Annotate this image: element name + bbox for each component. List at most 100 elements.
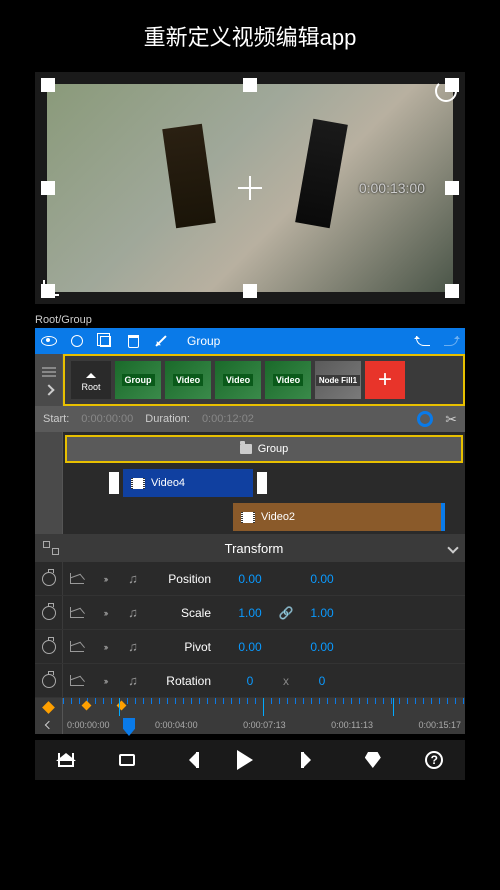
stopwatch-icon[interactable] <box>42 572 56 586</box>
note-icon[interactable]: ♫ <box>119 605 147 620</box>
film-icon <box>131 478 145 489</box>
play-icon <box>237 750 263 770</box>
property-value[interactable]: 0.00 <box>297 572 347 586</box>
help-icon: ? <box>425 751 443 769</box>
scissors-icon[interactable]: ✂ <box>445 411 457 428</box>
chevron-right-icon <box>43 384 54 395</box>
stopwatch-icon[interactable] <box>42 606 56 620</box>
stopwatch-icon[interactable] <box>42 640 56 654</box>
graph-icon[interactable] <box>63 573 91 584</box>
layer-strip: Root Group Video Video Video Node Fill1 … <box>35 354 465 406</box>
wave-icon[interactable]: ››› <box>91 574 119 584</box>
graph-icon[interactable] <box>63 641 91 652</box>
diamond-icon <box>365 752 381 768</box>
property-value[interactable]: 0.00 <box>225 572 275 586</box>
step-forward-icon <box>303 752 319 768</box>
visibility-icon[interactable] <box>41 333 57 349</box>
layer-thumb[interactable]: Group <box>115 361 161 399</box>
chevron-left-icon[interactable] <box>44 721 52 729</box>
track-handle[interactable] <box>35 500 63 534</box>
donut-icon[interactable] <box>417 411 433 427</box>
step-forward-button[interactable] <box>300 749 322 771</box>
play-button[interactable] <box>239 749 261 771</box>
property-value[interactable]: 0.00 <box>225 640 275 654</box>
graph-icon[interactable] <box>63 607 91 618</box>
layer-thumb[interactable]: Video <box>165 361 211 399</box>
wave-icon[interactable]: ››› <box>91 676 119 686</box>
resize-handle[interactable] <box>445 284 459 298</box>
property-value[interactable]: 0 <box>297 674 347 688</box>
resize-handle[interactable] <box>445 181 459 195</box>
property-label: Pivot <box>147 640 225 654</box>
edit-icon[interactable] <box>153 333 169 349</box>
note-icon[interactable]: ♫ <box>119 673 147 688</box>
layers-expand[interactable] <box>35 354 63 406</box>
wave-icon[interactable]: ››› <box>91 642 119 652</box>
link-icon[interactable]: 🔗 <box>275 606 297 620</box>
resize-handle[interactable] <box>243 284 257 298</box>
preview-timecode: 0:00:13:00 <box>359 180 425 196</box>
home-button[interactable] <box>55 749 77 771</box>
node-icon <box>43 541 59 555</box>
timecode-mark: 0:00:00:00 <box>67 720 110 730</box>
transform-header[interactable]: Transform <box>35 534 465 562</box>
timecode-mark: 0:00:15:17 <box>418 720 461 730</box>
property-row: ››› ♫ Rotation 0 x 0 <box>35 664 465 698</box>
copy-icon[interactable] <box>97 333 113 349</box>
timecode-mark: 0:00:11:13 <box>331 720 373 730</box>
root-button[interactable]: Root <box>71 361 111 399</box>
delete-icon[interactable] <box>125 333 141 349</box>
circle-icon[interactable] <box>69 333 85 349</box>
property-value[interactable]: 1.00 <box>225 606 275 620</box>
undo-icon[interactable] <box>415 333 431 349</box>
duration-value[interactable]: 0:00:12:02 <box>202 413 254 425</box>
layer-thumb[interactable]: Video <box>215 361 261 399</box>
step-back-icon <box>181 752 197 768</box>
track-handle[interactable] <box>35 466 63 500</box>
resize-handle[interactable] <box>41 78 55 92</box>
video-preview[interactable]: 0:00:13:00 <box>35 72 465 304</box>
group-clip[interactable]: Group <box>65 435 463 463</box>
stopwatch-icon[interactable] <box>42 674 56 688</box>
timecode-mark: 0:00:07:13 <box>243 720 286 730</box>
breadcrumb[interactable]: Root/Group <box>35 312 465 328</box>
help-button[interactable]: ? <box>423 749 445 771</box>
clip-handle[interactable] <box>109 472 119 494</box>
property-value[interactable]: 0 <box>225 674 275 688</box>
add-layer-button[interactable]: + <box>365 361 405 399</box>
chat-button[interactable] <box>116 749 138 771</box>
property-value[interactable]: 1.00 <box>297 606 347 620</box>
note-icon[interactable]: ♫ <box>119 639 147 654</box>
premium-button[interactable] <box>362 749 384 771</box>
property-row: ››› ♫ Position 0.00 0.00 <box>35 562 465 596</box>
graph-icon[interactable] <box>63 675 91 686</box>
layer-thumb[interactable]: Video <box>265 361 311 399</box>
chat-icon <box>119 754 135 766</box>
start-value[interactable]: 0:00:00:00 <box>81 413 133 425</box>
keyframe-icon[interactable] <box>42 701 55 714</box>
clip-handle[interactable] <box>257 472 267 494</box>
chevron-down-icon <box>447 542 458 553</box>
rotate-icon[interactable] <box>435 80 457 102</box>
property-value[interactable]: 0.00 <box>297 640 347 654</box>
timecode-ruler[interactable]: 0:00:00:00 0:00:04:00 0:00:07:13 0:00:11… <box>35 716 465 734</box>
playhead[interactable] <box>123 718 135 736</box>
keyframe-ruler[interactable] <box>35 698 465 716</box>
track-handle[interactable] <box>35 432 63 466</box>
crosshair-icon <box>238 176 262 200</box>
film-icon <box>241 512 255 523</box>
resize-handle[interactable] <box>243 78 257 92</box>
resize-handle[interactable] <box>41 181 55 195</box>
wave-icon[interactable]: ››› <box>91 608 119 618</box>
layer-toolbar: Group <box>35 328 465 354</box>
timeline-info-bar: Start: 0:00:00:00 Duration: 0:00:12:02 ✂ <box>35 406 465 432</box>
video-clip[interactable]: Video4 <box>123 469 253 497</box>
property-row: ››› ♫ Scale 1.00 🔗 1.00 <box>35 596 465 630</box>
video-clip[interactable]: Video2 <box>233 503 443 531</box>
note-icon[interactable]: ♫ <box>119 571 147 586</box>
step-back-button[interactable] <box>178 749 200 771</box>
layer-thumb[interactable]: Node Fill1 <box>315 361 361 399</box>
duration-label: Duration: <box>145 413 190 425</box>
property-row: ››› ♫ Pivot 0.00 0.00 <box>35 630 465 664</box>
property-label: Rotation <box>147 674 225 688</box>
